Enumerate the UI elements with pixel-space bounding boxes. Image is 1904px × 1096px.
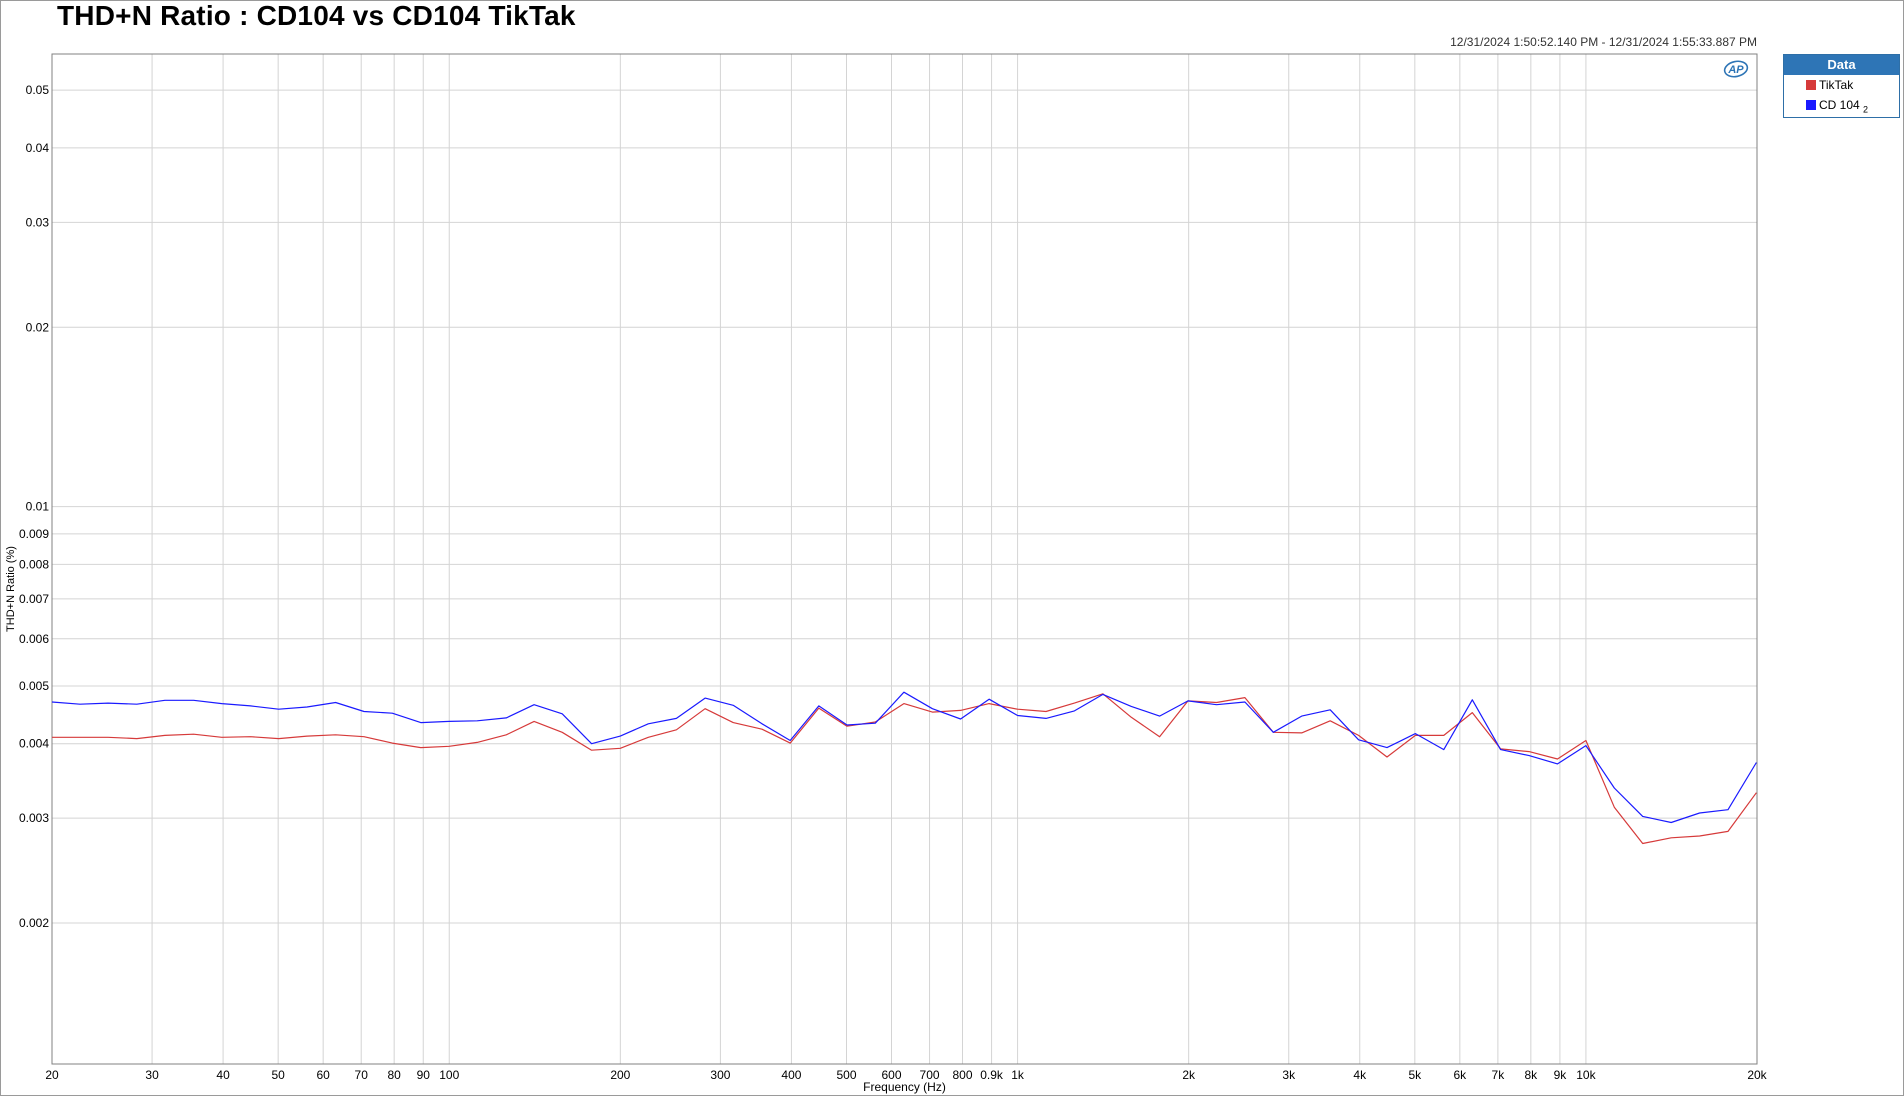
- legend-swatch-tiktak: [1806, 80, 1816, 90]
- x-tick-label: 50: [271, 1068, 285, 1082]
- x-tick-label: 20: [45, 1068, 59, 1082]
- legend-panel[interactable]: Data TikTak CD 104 2: [1783, 54, 1900, 118]
- x-tick-label: 400: [781, 1068, 801, 1082]
- y-tick-label: 0.03: [26, 215, 50, 229]
- x-tick-label: 5k: [1408, 1068, 1422, 1082]
- x-tick-label: 6k: [1453, 1068, 1467, 1082]
- svg-text:AP: AP: [1727, 64, 1744, 76]
- legend-label-cd104: CD 104: [1819, 98, 1860, 112]
- series-line-cd104: [51, 691, 1757, 824]
- x-tick-label: 20k: [1747, 1068, 1767, 1082]
- x-tick-label: 7k: [1492, 1068, 1506, 1082]
- x-tick-label: 800: [952, 1068, 972, 1082]
- x-tick-label: 90: [417, 1068, 431, 1082]
- legend-swatch-cd104: [1806, 100, 1816, 110]
- x-tick-label: 4k: [1353, 1068, 1367, 1082]
- legend-label-tiktak: TikTak: [1819, 78, 1854, 92]
- legend-item-cd104[interactable]: CD 104 2: [1784, 95, 1899, 115]
- series-line-tiktak: [52, 693, 1757, 845]
- x-tick-label: 3k: [1282, 1068, 1296, 1082]
- x-tick-label: 500: [836, 1068, 856, 1082]
- y-tick-label: 0.003: [19, 811, 49, 825]
- x-tick-label: 8k: [1524, 1068, 1538, 1082]
- y-tick-label: 0.05: [26, 83, 50, 97]
- thdn-plot: 20 30 40 50 60 70 80 90 100 200 300 400 500 600 700 800…: [5, 53, 1768, 1094]
- x-axis-label: Frequency (Hz): [863, 1080, 946, 1094]
- x-tick-label: 9k: [1554, 1068, 1568, 1082]
- x-tick-label: 30: [145, 1068, 159, 1082]
- x-tick-label: 60: [316, 1068, 330, 1082]
- x-tick-label: 40: [216, 1068, 230, 1082]
- y-tick-label: 0.002: [19, 916, 49, 930]
- y-tick-label: 0.009: [19, 527, 49, 541]
- x-tick-label: 80: [387, 1068, 401, 1082]
- y-tick-label: 0.006: [19, 632, 49, 646]
- y-tick-label: 0.008: [19, 557, 49, 571]
- y-tick-label: 0.04: [26, 141, 50, 155]
- y-tick-label: 0.007: [19, 592, 49, 606]
- y-tick-label: 0.004: [19, 737, 49, 751]
- x-tick-label: 1k: [1011, 1068, 1025, 1082]
- y-axis-label: THD+N Ratio (%): [5, 546, 17, 632]
- legend-item-tiktak[interactable]: TikTak: [1784, 75, 1899, 95]
- plot-area-border: [51, 53, 1758, 1065]
- x-tick-label: 300: [710, 1068, 730, 1082]
- legend-label-cd104-suffix: 2: [1863, 104, 1869, 115]
- ap-logo-icon: AP: [1723, 60, 1749, 83]
- x-tick-label: 0.9k: [980, 1068, 1004, 1082]
- y-tick-label: 0.02: [26, 320, 50, 334]
- legend-header: Data: [1784, 55, 1899, 75]
- y-tick-label: 0.01: [26, 500, 50, 514]
- x-tick-label: 100: [439, 1068, 459, 1082]
- x-tick-label: 10k: [1576, 1068, 1596, 1082]
- x-tick-label: 70: [355, 1068, 369, 1082]
- y-tick-label: 0.005: [19, 679, 49, 693]
- x-tick-label: 2k: [1182, 1068, 1196, 1082]
- x-tick-label: 200: [610, 1068, 630, 1082]
